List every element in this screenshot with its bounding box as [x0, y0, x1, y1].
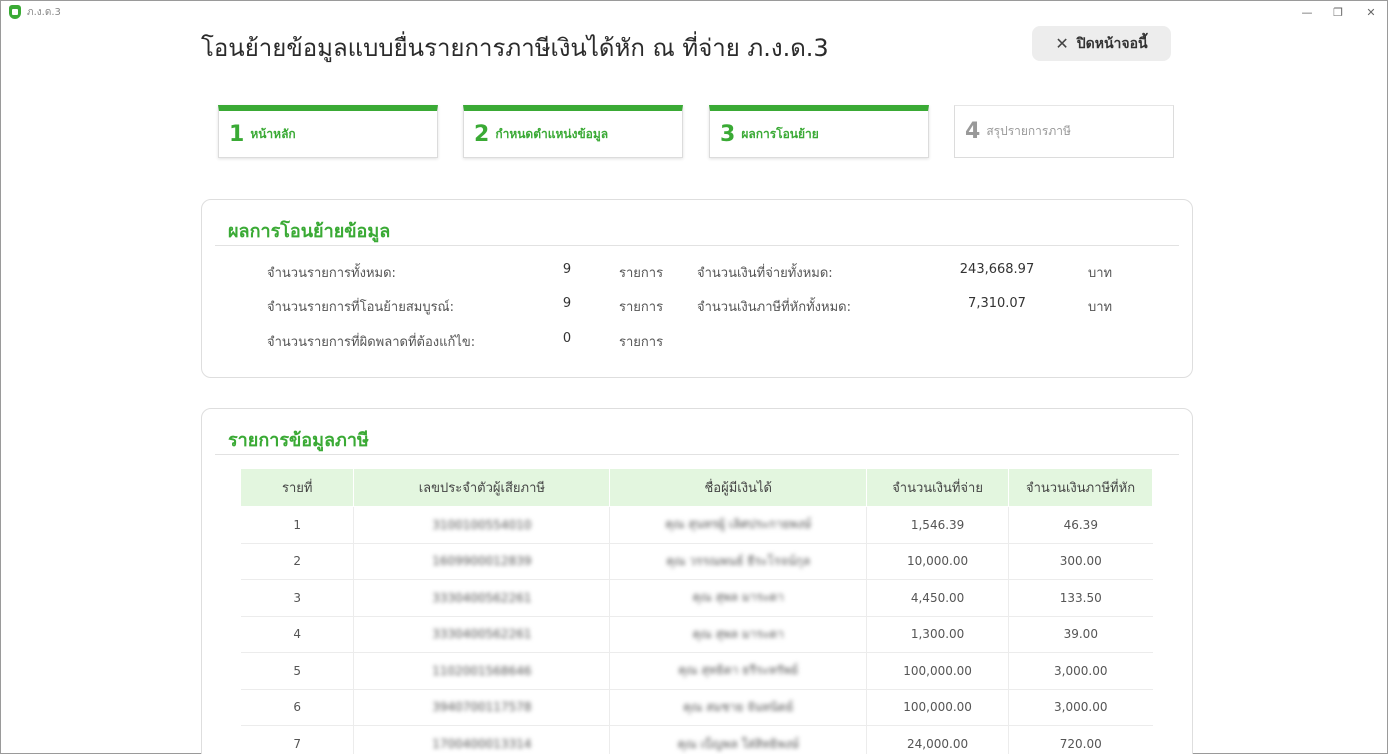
tax-id-cell: 1700400013314	[353, 725, 610, 754]
app-logo-icon	[9, 5, 21, 19]
tax-withheld-cell: 3,000.00	[1008, 688, 1153, 726]
amount-paid-cell: 1,546.39	[866, 506, 1009, 543]
step-transfer-result[interactable]: 3 ผลการโอนย้าย	[709, 105, 929, 158]
payee-name-cell: คุณ สุพล มาระดา	[609, 579, 867, 616]
amount-paid-cell: 1,300.00	[866, 615, 1009, 653]
column-header-payee-name: ชื่อผู้มีเงินได้	[609, 468, 868, 507]
row-number: 2	[241, 542, 354, 580]
column-header-amount-paid: จำนวนเงินที่จ่าย	[866, 468, 1010, 507]
column-header-tax-id: เลขประจำตัวผู้เสียภาษี	[353, 468, 611, 507]
column-header-tax-withheld: จำนวนเงินภาษีที่หัก	[1008, 468, 1153, 507]
divider	[215, 454, 1179, 455]
total-paid-value: 243,668.97	[959, 262, 1035, 277]
minimize-button[interactable]: —	[1290, 1, 1324, 23]
tax-withheld-cell: 720.00	[1008, 725, 1153, 754]
step-number: 3	[720, 121, 736, 147]
payee-name-cell: คุณ สมชาย จันทนิตย์	[609, 688, 867, 726]
step-field-mapping[interactable]: 2 กำหนดตำแหน่งข้อมูล	[463, 105, 683, 158]
step-number: 2	[474, 121, 490, 147]
tax-withheld-cell: 46.39	[1008, 506, 1153, 543]
row-number: 5	[241, 652, 354, 689]
payee-name-cell: คุณ เบ็ญพล ใส่สิทธิพงษ์	[609, 725, 867, 754]
tax-withheld-cell: 300.00	[1008, 542, 1153, 580]
table-row[interactable]: 5 1102001568646 คุณ สุทธิดา ธรีระทรัพย์ …	[241, 652, 1153, 689]
tax-withheld-cell: 133.50	[1008, 579, 1153, 616]
close-page-label: ปิดหน้าจอนี้	[1076, 35, 1148, 52]
divider	[215, 245, 1179, 246]
tax-id-cell: 1609900012839	[353, 542, 610, 580]
step-number: 1	[229, 121, 245, 147]
complete-items-value: 9	[562, 296, 572, 311]
table-row[interactable]: 3 3330400562261 คุณ สุพล มาระดา 4,450.00…	[241, 579, 1153, 616]
step-tax-summary[interactable]: 4 สรุปรายการภาษี	[954, 105, 1174, 158]
tax-id-cell: 3330400562261	[353, 579, 610, 616]
row-number: 1	[241, 506, 354, 543]
payee-name-cell: คุณ สุนทรผู้ เลิศประกายพงษ์	[609, 506, 867, 543]
window-close-button[interactable]: ✕	[1354, 1, 1388, 23]
step-number: 4	[965, 119, 981, 144]
table-header-row: รายที่ เลขประจำตัวผู้เสียภาษี ชื่อผู้มีเ…	[241, 468, 1153, 507]
row-number: 6	[241, 688, 354, 726]
close-icon: ✕	[1055, 34, 1069, 53]
baht-unit: บาท	[1088, 266, 1113, 281]
row-number: 3	[241, 579, 354, 616]
page-title: โอนย้ายข้อมูลแบบยื่นรายการภาษีเงินได้หัก…	[201, 34, 829, 62]
error-items-label: จำนวนรายการที่ผิดพลาดที่ต้องแก้ไข:	[267, 335, 476, 350]
table-row[interactable]: 1 3100100554010 คุณ สุนทรผู้ เลิศประกายพ…	[241, 506, 1153, 543]
items-unit: รายการ	[619, 335, 664, 350]
step-label: ผลการโอนย้าย	[741, 126, 819, 141]
table-row[interactable]: 2 1609900012839 คุณ วรรณพนธ์ ธีระโรจน์กุ…	[241, 542, 1153, 580]
close-page-button[interactable]: ✕ ปิดหน้าจอนี้	[1032, 26, 1171, 61]
tax-withheld-cell: 39.00	[1008, 615, 1153, 653]
row-number: 4	[241, 615, 354, 653]
payee-name-cell: คุณ สุทธิดา ธรีระทรัพย์	[609, 652, 867, 689]
summary-heading: ผลการโอนย้ายข้อมูล	[228, 221, 391, 242]
tax-id-cell: 1102001568646	[353, 652, 610, 689]
total-tax-label: จำนวนเงินภาษีที่หักทั้งหมด:	[697, 300, 851, 315]
tax-data-heading: รายการข้อมูลภาษี	[228, 430, 369, 451]
window-title: ภ.ง.ด.3	[27, 7, 61, 18]
table-row[interactable]: 7 1700400013314 คุณ เบ็ญพล ใส่สิทธิพงษ์ …	[241, 725, 1153, 754]
complete-items-label: จำนวนรายการที่โอนย้ายสมบูรณ์:	[267, 300, 455, 315]
error-items-value: 0	[562, 331, 572, 346]
items-unit: รายการ	[619, 266, 664, 281]
step-label: กำหนดตำแหน่งข้อมูล	[495, 126, 609, 141]
tax-withheld-cell: 3,000.00	[1008, 652, 1153, 689]
tax-data-panel: รายการข้อมูลภาษี รายที่ เลขประจำตัวผู้เส…	[201, 408, 1193, 754]
amount-paid-cell: 10,000.00	[866, 542, 1009, 580]
total-items-label: จำนวนรายการทั้งหมด:	[267, 266, 396, 281]
window-titlebar: ภ.ง.ด.3 — ❐ ✕	[1, 1, 1387, 23]
amount-paid-cell: 100,000.00	[866, 652, 1009, 689]
amount-paid-cell: 24,000.00	[866, 725, 1009, 754]
column-header-no: รายที่	[241, 468, 355, 507]
table-row[interactable]: 6 3940700117578 คุณ สมชาย จันทนิตย์ 100,…	[241, 688, 1153, 726]
table-row[interactable]: 4 3330400562261 คุณ สุพล มาระดา 1,300.00…	[241, 615, 1153, 653]
tax-id-cell: 3100100554010	[353, 506, 610, 543]
baht-unit: บาท	[1088, 300, 1113, 315]
maximize-button[interactable]: ❐	[1321, 1, 1355, 23]
step-label: หน้าหลัก	[250, 126, 296, 141]
payee-name-cell: คุณ สุพล มาระดา	[609, 615, 867, 653]
tax-id-cell: 3330400562261	[353, 615, 610, 653]
amount-paid-cell: 100,000.00	[866, 688, 1009, 726]
amount-paid-cell: 4,450.00	[866, 579, 1009, 616]
payee-name-cell: คุณ วรรณพนธ์ ธีระโรจน์กุล	[609, 542, 867, 580]
tax-id-cell: 3940700117578	[353, 688, 610, 726]
row-number: 7	[241, 725, 354, 754]
items-unit: รายการ	[619, 300, 664, 315]
tax-data-table: รายที่ เลขประจำตัวผู้เสียภาษี ชื่อผู้มีเ…	[241, 468, 1153, 754]
total-tax-value: 7,310.07	[968, 296, 1026, 311]
step-home[interactable]: 1 หน้าหลัก	[218, 105, 438, 158]
step-label: สรุปรายการภาษี	[986, 124, 1071, 138]
total-items-value: 9	[562, 262, 572, 277]
total-paid-label: จำนวนเงินที่จ่ายทั้งหมด:	[697, 266, 833, 281]
transfer-summary-panel: ผลการโอนย้ายข้อมูล จำนวนรายการทั้งหมด: 9…	[201, 199, 1193, 378]
